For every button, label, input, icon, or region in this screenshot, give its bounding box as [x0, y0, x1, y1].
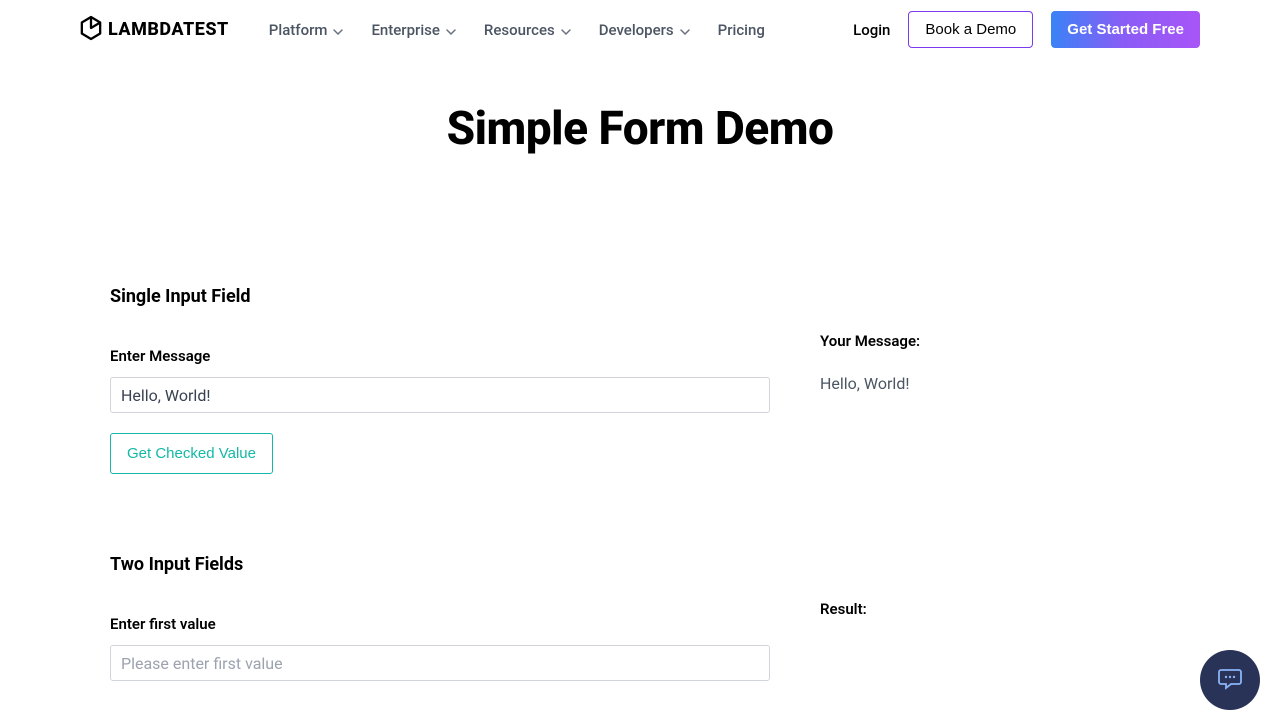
chevron-down-icon — [680, 21, 690, 39]
logo-mark-icon — [80, 15, 102, 45]
logo[interactable]: LAMBDATEST — [80, 15, 229, 45]
main-content: Simple Form Demo Single Input Field Ente… — [0, 52, 1280, 681]
nav-items: Platform Enterprise Resources Developers… — [269, 21, 853, 39]
section-left: Single Input Field Enter Message Get Che… — [110, 286, 770, 474]
nav-item-pricing[interactable]: Pricing — [718, 21, 765, 39]
chevron-down-icon — [446, 21, 456, 39]
section-right: Result: — [820, 554, 1170, 681]
section-heading: Two Input Fields — [110, 554, 770, 575]
nav-item-enterprise[interactable]: Enterprise — [371, 21, 455, 39]
nav-item-resources[interactable]: Resources — [484, 21, 571, 39]
nav-item-platform[interactable]: Platform — [269, 21, 344, 39]
nav-label: Enterprise — [371, 21, 439, 39]
navbar: LAMBDATEST Platform Enterprise Resources… — [0, 0, 1280, 52]
get-started-button[interactable]: Get Started Free — [1051, 11, 1200, 48]
nav-label: Developers — [599, 21, 674, 39]
section-heading: Single Input Field — [110, 286, 770, 307]
section-two-inputs: Two Input Fields Enter first value Resul… — [110, 554, 1170, 681]
login-link[interactable]: Login — [853, 21, 890, 39]
message-input[interactable] — [110, 377, 770, 413]
nav-label: Platform — [269, 21, 328, 39]
first-value-input[interactable] — [110, 645, 770, 681]
section-left: Two Input Fields Enter first value — [110, 554, 770, 681]
nav-item-developers[interactable]: Developers — [599, 21, 690, 39]
first-value-label: Enter first value — [110, 615, 770, 633]
your-message-value: Hello, World! — [820, 374, 1170, 393]
nav-label: Resources — [484, 21, 555, 39]
chevron-down-icon — [333, 21, 343, 39]
chat-icon — [1217, 665, 1243, 695]
message-label: Enter Message — [110, 347, 770, 365]
nav-right: Login Book a Demo Get Started Free — [853, 11, 1200, 48]
get-checked-value-button[interactable]: Get Checked Value — [110, 433, 273, 474]
chevron-down-icon — [561, 21, 571, 39]
logo-text: LAMBDATEST — [108, 19, 229, 40]
section-single-input: Single Input Field Enter Message Get Che… — [110, 286, 1170, 474]
nav-label: Pricing — [718, 21, 765, 39]
chat-button[interactable] — [1200, 650, 1260, 710]
section-right: Your Message: Hello, World! — [820, 286, 1170, 474]
your-message-label: Your Message: — [820, 332, 1170, 350]
page-title: Simple Form Demo — [110, 102, 1170, 156]
book-demo-button[interactable]: Book a Demo — [908, 11, 1033, 48]
result-label: Result: — [820, 600, 1170, 618]
